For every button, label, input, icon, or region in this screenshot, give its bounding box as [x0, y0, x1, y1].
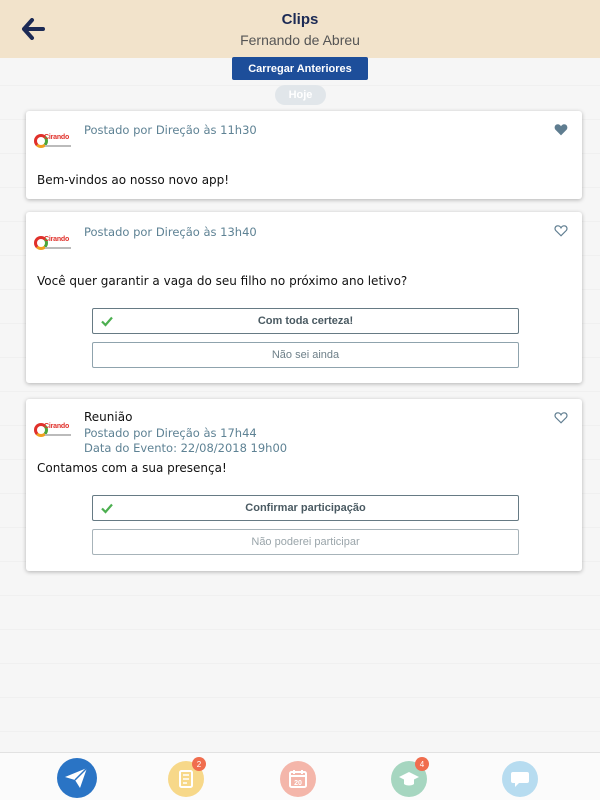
paper-plane-icon — [65, 767, 88, 788]
answer-yes-button[interactable]: Com toda certeza! — [92, 308, 519, 334]
event-date: Data do Evento: 22/08/2018 19h00 — [84, 441, 288, 455]
app-header: Clips Fernando de Abreu — [0, 0, 600, 58]
post-card: Cirando Postado por Direção às 13h40 Voc… — [26, 212, 582, 383]
check-icon — [101, 316, 113, 327]
page-subtitle: Fernando de Abreu — [240, 32, 360, 48]
answer-label: Com toda certeza! — [257, 315, 354, 327]
notification-badge: 4 — [415, 757, 429, 771]
graduation-cap-icon — [399, 772, 419, 786]
school-logo: Cirando — [34, 133, 74, 153]
tab-messages[interactable] — [57, 758, 97, 798]
school-logo: Cirando — [34, 235, 74, 255]
tab-chat[interactable] — [502, 761, 538, 797]
tab-calendar[interactable]: 20 — [280, 761, 316, 797]
post-message: Você quer garantir a vaga do seu filho n… — [37, 274, 408, 288]
heart-filled-icon[interactable] — [554, 123, 568, 136]
post-card: Cirando Postado por Direção às 11h30 Bem… — [26, 111, 582, 199]
answer-label: Não poderei participar — [251, 536, 360, 548]
post-meta: Postado por Direção às 11h30 — [84, 123, 257, 137]
notebook-icon — [179, 770, 193, 788]
post-meta: Postado por Direção às 17h44 — [84, 426, 257, 440]
decline-attendance-button[interactable]: Não poderei participar — [92, 529, 519, 555]
answer-label: Confirmar participação — [245, 502, 366, 514]
svg-text:20: 20 — [294, 780, 302, 787]
check-icon — [101, 503, 113, 514]
event-card: Cirando Reunião Postado por Direção às 1… — [26, 399, 582, 571]
chat-bubble-icon — [511, 772, 529, 787]
bottom-tab-bar: 2 20 4 — [0, 752, 600, 800]
page-title: Clips — [281, 11, 319, 28]
post-message: Contamos com a sua presença! — [37, 461, 227, 475]
post-meta: Postado por Direção às 13h40 — [84, 225, 257, 239]
notification-badge: 2 — [192, 757, 206, 771]
heart-outline-icon[interactable] — [554, 224, 568, 237]
answer-label: Não sei ainda — [271, 349, 340, 361]
calendar-icon: 20 — [289, 770, 307, 788]
tab-notebook[interactable]: 2 — [168, 757, 206, 797]
event-title: Reunião — [84, 410, 133, 424]
date-separator: Hoje — [275, 85, 326, 105]
tab-school[interactable]: 4 — [391, 757, 429, 797]
school-logo: Cirando — [34, 422, 74, 442]
load-older-button[interactable]: Carregar Anteriores — [232, 57, 368, 80]
post-message: Bem-vindos ao nosso novo app! — [37, 173, 230, 187]
heart-outline-icon[interactable] — [554, 411, 568, 424]
confirm-attendance-button[interactable]: Confirmar participação — [92, 495, 519, 521]
answer-no-button[interactable]: Não sei ainda — [92, 342, 519, 368]
